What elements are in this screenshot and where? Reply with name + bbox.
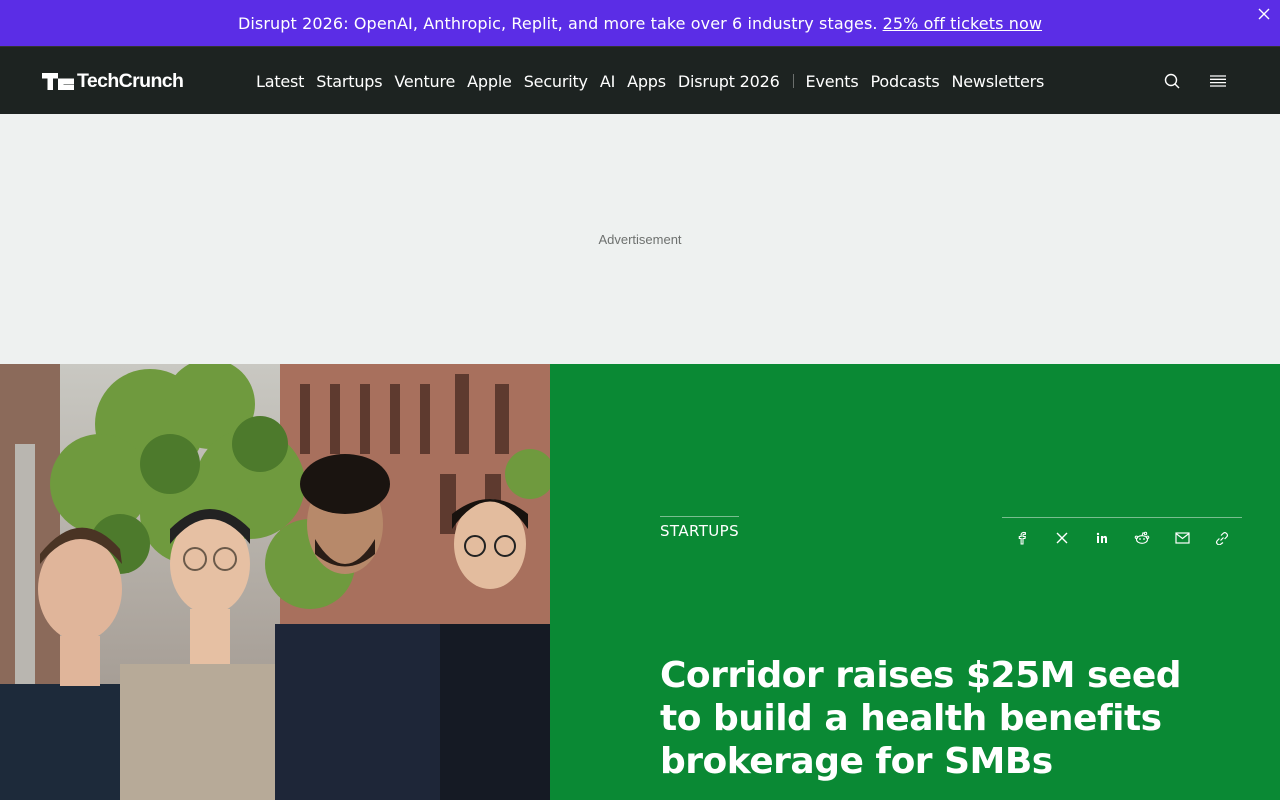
founders-photo	[0, 364, 550, 800]
nav-security[interactable]: Security	[524, 72, 588, 91]
main-nav: Latest Startups Venture Apple Security A…	[256, 47, 1056, 115]
site-header: TechCrunch Latest Startups Venture Apple…	[0, 46, 1280, 114]
nav-divider	[792, 74, 794, 88]
reddit-icon[interactable]	[1134, 530, 1150, 546]
nav-newsletters[interactable]: Newsletters	[952, 72, 1045, 91]
close-icon[interactable]	[1256, 6, 1272, 22]
email-icon[interactable]	[1174, 530, 1190, 546]
ad-label: Advertisement	[598, 231, 682, 247]
nav-events[interactable]: Events	[806, 72, 859, 91]
hero-image	[0, 364, 550, 800]
nav-ai[interactable]: AI	[600, 72, 615, 91]
techcrunch-logo[interactable]: TechCrunch	[42, 70, 184, 92]
nav-apps[interactable]: Apps	[627, 72, 666, 91]
facebook-icon[interactable]	[1014, 530, 1030, 546]
x-icon[interactable]	[1054, 530, 1070, 546]
nav-podcasts[interactable]: Podcasts	[871, 72, 940, 91]
logo-wordmark: TechCrunch	[77, 70, 184, 92]
linkedin-icon[interactable]	[1094, 530, 1110, 546]
promo-tickets-link[interactable]: 25% off tickets now	[883, 14, 1042, 33]
nav-latest[interactable]: Latest	[256, 72, 304, 91]
menu-icon[interactable]	[1208, 71, 1228, 91]
tc-logo-mark	[42, 72, 74, 90]
article-hero-panel: STARTUPS Corridor raises $25M seed to bu…	[550, 364, 1280, 800]
share-bar	[1002, 517, 1242, 546]
ad-slot: Advertisement	[0, 114, 1280, 364]
category-link[interactable]: STARTUPS	[660, 516, 740, 540]
promo-banner: Disrupt 2026: OpenAI, Anthropic, Replit,…	[0, 0, 1280, 46]
nav-disrupt-2026[interactable]: Disrupt 2026	[678, 72, 780, 91]
nav-startups[interactable]: Startups	[316, 72, 382, 91]
nav-apple[interactable]: Apple	[467, 72, 512, 91]
search-icon[interactable]	[1162, 71, 1182, 91]
promo-text: Disrupt 2026: OpenAI, Anthropic, Replit,…	[237, 13, 878, 33]
nav-venture[interactable]: Venture	[394, 72, 455, 91]
article-headline: Corridor raises $25M seed to build a hea…	[660, 655, 1182, 782]
link-icon[interactable]	[1214, 530, 1230, 546]
